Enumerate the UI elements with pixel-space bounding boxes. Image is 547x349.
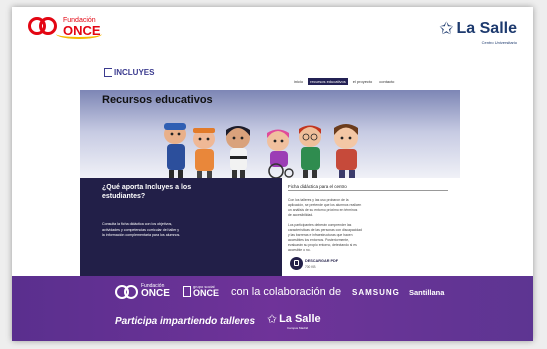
lasalle-star-icon: ✩ — [267, 312, 278, 326]
screenshot-card: Fundación ONCE ✩ La Salle Centro Univers… — [12, 7, 533, 341]
ficha-divider — [288, 190, 448, 191]
footer-fundacion-once-logo: Fundación ONCE — [115, 284, 170, 299]
top-logo-bar: Fundación ONCE ✩ La Salle Centro Univers… — [12, 7, 533, 55]
footer-once-name: ONCE — [141, 288, 170, 299]
ficha-title: Ficha didáctica para el centro — [288, 184, 347, 189]
site-header: INCLUYES inicio recursos educativos el p… — [80, 55, 460, 90]
lasalle-logo-sub: Centro Universitario — [481, 40, 517, 45]
once-rings-icon — [115, 284, 139, 299]
footer-lasalle-name: La Salle — [279, 313, 321, 325]
footer-santillana-logo: Santillana — [409, 288, 445, 297]
footer-samsung-logo: SAMSUNG — [352, 288, 400, 297]
character-blue — [164, 123, 186, 178]
lasalle-logo: ✩ La Salle Centro Universitario — [439, 19, 517, 45]
nav-item-inicio[interactable]: inicio — [292, 78, 305, 85]
pdf-download-icon[interactable] — [290, 257, 303, 270]
character-orange — [193, 128, 215, 178]
nav-item-contacto[interactable]: contacto — [377, 78, 396, 85]
incluyes-logo-text: INCLUYES — [114, 68, 155, 77]
nav-item-recursos-educativos[interactable]: recursos educativos — [308, 78, 348, 85]
incluyes-logo[interactable]: INCLUYES — [104, 68, 154, 77]
download-pdf-link[interactable]: DESCARGAR PDF — [305, 259, 338, 263]
page-title: Recursos educativos — [102, 94, 213, 106]
section-description: Consulta la ficha didáctica con los obje… — [102, 222, 181, 237]
footer-lasalle-sub: Campus Madrid — [287, 326, 309, 330]
footer-participa-text: Participa impartiendo talleres — [115, 316, 256, 327]
hero-banner: Recursos educativos — [80, 90, 460, 178]
right-info-panel: Ficha didáctica para el centro Con los t… — [282, 178, 460, 276]
ficha-paragraph-2: Los participantes deberán comprender las… — [288, 223, 362, 252]
website-preview: INCLUYES inicio recursos educativos el p… — [80, 55, 460, 276]
grupo-social-icon — [183, 286, 191, 297]
footer-banner: Fundación ONCE grupo social ONCE con la … — [12, 276, 533, 341]
download-pdf-size: 700 KB — [305, 265, 316, 269]
character-red-glasses — [299, 125, 321, 178]
section-question: ¿Qué aporta Incluyes a los estudiantes? — [102, 184, 192, 200]
character-brown-hair — [334, 124, 358, 178]
content-section: ¿Qué aporta Incluyes a los estudiantes? … — [80, 178, 460, 276]
incluyes-logo-icon — [104, 68, 112, 77]
character-dark-hair — [226, 126, 250, 178]
nav-item-el-proyecto[interactable]: el proyecto — [351, 78, 375, 85]
footer-lasalle-logo: ✩ La Salle Campus Madrid — [267, 312, 321, 330]
footer-grupo-once: ONCE — [193, 288, 220, 298]
lasalle-logo-name: La Salle — [456, 20, 517, 37]
hero-characters-illustration — [164, 123, 358, 178]
footer-colaboracion-text: con la colaboración de — [231, 286, 342, 298]
ficha-paragraph-1: Con los talleres y las uso probaron de l… — [288, 198, 362, 217]
left-info-panel: ¿Qué aporta Incluyes a los estudiantes? … — [80, 178, 282, 276]
once-swoosh-decoration — [56, 29, 102, 39]
character-pink-wheelchair — [267, 129, 294, 178]
lasalle-star-icon: ✩ — [439, 19, 454, 38]
main-nav: inicio recursos educativos el proyecto c… — [292, 78, 396, 85]
footer-grupo-social-once-logo: grupo social ONCE — [183, 285, 219, 298]
